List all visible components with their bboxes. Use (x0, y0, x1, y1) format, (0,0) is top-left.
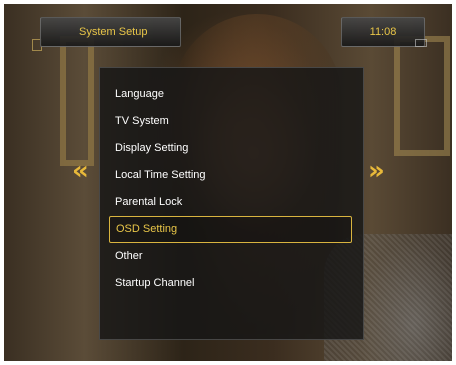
clock-time: 11:08 (369, 26, 397, 38)
menu-item-tv-system[interactable]: TV System (109, 108, 352, 135)
background-picture-frame (60, 36, 94, 166)
title-bar: System Setup (40, 17, 181, 47)
page-title: System Setup (79, 26, 148, 38)
corner-indicator-icon (415, 39, 427, 47)
menu-item-startup-channel[interactable]: Startup Channel (109, 270, 352, 297)
double-chevron-left-icon[interactable]: « (72, 158, 89, 184)
clock-box: 11:08 (341, 17, 425, 47)
setup-menu-panel: Language TV System Display Setting Local… (99, 67, 364, 340)
menu-item-language[interactable]: Language (109, 81, 352, 108)
background-picture-frame (394, 36, 450, 156)
setup-menu-list: Language TV System Display Setting Local… (100, 81, 363, 297)
menu-item-local-time-setting[interactable]: Local Time Setting (109, 162, 352, 189)
menu-item-other[interactable]: Other (109, 243, 352, 270)
menu-item-osd-setting[interactable]: OSD Setting (109, 216, 352, 243)
menu-item-parental-lock[interactable]: Parental Lock (109, 189, 352, 216)
menu-item-display-setting[interactable]: Display Setting (109, 135, 352, 162)
double-chevron-right-icon[interactable]: » (368, 158, 385, 184)
